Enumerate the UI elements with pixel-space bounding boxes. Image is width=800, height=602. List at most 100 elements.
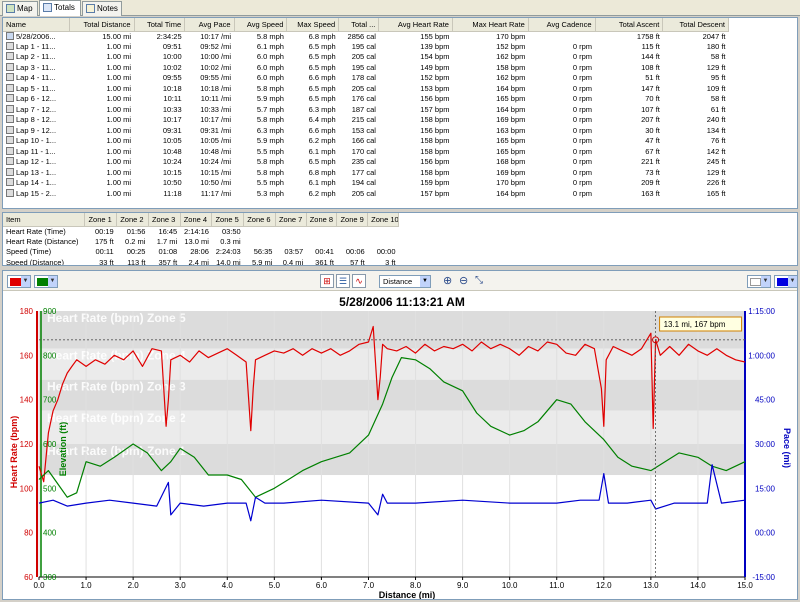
zones-cell-value: 2:14:16 — [183, 226, 209, 236]
totals-table-row[interactable]: Lap 12 - 1... 1.00 mi 10:24 10:24 /mi 5.8 mp… — [3, 157, 729, 168]
totals-table-row[interactable]: Lap 5 - 11... 1.00 mi 10:18 10:18 /mi 5.8 mp… — [3, 83, 729, 95]
zones-cell-value: 00:06 — [345, 247, 365, 257]
totals-cell-value: 10:17 /mi — [200, 31, 232, 41]
zones-table-cell: 00:00 — [368, 247, 399, 258]
totals-cell-value: 235 cal — [351, 157, 376, 167]
totals-table-row[interactable]: Lap 13 - 1... 1.00 mi 10:15 10:15 /mi 5.8 mp… — [3, 167, 729, 179]
totals-table-row[interactable]: Lap 2 - 11... 1.00 mi 10:00 10:00 /mi 6.0 mp… — [3, 52, 729, 63]
zones-table-row[interactable]: Heart Rate (Time) 00:19 01:56 16:45 2:14:16 0… — [3, 226, 399, 237]
zoom-fit-icon[interactable]: ⤡ — [475, 275, 483, 287]
zones-blue-icon[interactable]: ☰ — [336, 274, 350, 288]
totals-table-cell: 6.3 mph — [234, 126, 287, 137]
x-tick-label: 15.0 — [737, 581, 753, 590]
zoom-in-icon[interactable]: ⊕ — [443, 275, 452, 287]
totals-table-row[interactable]: Lap 4 - 11... 1.00 mi 09:55 09:55 /mi 6.0 mp… — [3, 73, 729, 84]
zones-table-cell: Heart Rate (Time) — [3, 226, 85, 237]
totals-table-row[interactable]: Lap 7 - 12... 1.00 mi 10:33 10:33 /mi 5.7 mp… — [3, 104, 729, 116]
totals-column-header[interactable]: Max Speed — [286, 18, 340, 32]
lap-icon — [6, 167, 14, 176]
zones-table-cell — [244, 237, 276, 248]
totals-table-cell: 240 ft — [663, 115, 729, 126]
totals-table-cell: 6.6 mph — [287, 73, 339, 84]
totals-table-cell: 205 cal — [339, 52, 379, 63]
totals-cell-value: Lap 12 - 1... — [16, 157, 57, 167]
totals-column-header[interactable]: Total ... — [338, 18, 380, 32]
zones-cell-value: 357 ft — [158, 257, 178, 266]
zones-panel: Item Zone 1 Zone 2 Zone 3 Zone 4 Zone 5 Zone 6… — [2, 212, 798, 266]
zones-red-icon[interactable]: ⊞ — [320, 274, 334, 288]
zones-column-header[interactable]: Zone 5 — [211, 213, 245, 227]
elevation-color-picker[interactable]: ▼ — [34, 275, 58, 288]
totals-table-row[interactable]: 5/28/2006... 15.00 mi 2:34:25 10:17 /mi 5.8 … — [3, 31, 729, 42]
totals-cell-value: 10:17 /mi — [200, 115, 232, 125]
totals-column-header[interactable]: Total Distance — [69, 18, 135, 32]
totals-cell-value: 155 bpm — [420, 31, 450, 41]
totals-table-cell: 6.6 mph — [287, 126, 339, 137]
totals-cell-value: 10:11 /mi — [200, 94, 232, 104]
totals-table-cell: 194 cal — [339, 178, 379, 189]
zones-column-header[interactable]: Zone 7 — [275, 213, 307, 227]
totals-table-row[interactable]: Lap 10 - 1... 1.00 mi 10:05 10:05 /mi 5.9 mp… — [3, 136, 729, 147]
zones-table-row[interactable]: Speed (Distance) 33 ft 113 ft 357 ft 2.4 mi 1… — [3, 257, 399, 266]
totals-column-header[interactable]: Total Descent — [662, 18, 729, 32]
totals-column-header[interactable]: Total Time — [134, 18, 186, 32]
totals-table-cell: 6.5 mph — [287, 94, 339, 105]
elevation-tick-label: 700 — [43, 396, 57, 405]
totals-cell-value: 162 bpm — [496, 52, 526, 62]
totals-column-header[interactable]: Avg Pace — [184, 18, 235, 32]
zones-column-header[interactable]: Zone 9 — [336, 213, 369, 227]
totals-table-cell: 165 ft — [663, 189, 729, 200]
totals-table-cell: 156 bpm — [379, 157, 453, 168]
tab-map[interactable]: Map — [2, 1, 38, 16]
totals-cell-value: 5.8 mph — [256, 167, 284, 177]
totals-table-cell: 6.1 mph — [287, 178, 339, 189]
activity-chart[interactable]: Heart Rate (bpm) Zone 5 Heart Rate (bpm) … — [3, 291, 797, 599]
totals-cell-value: 6.0 mph — [256, 62, 284, 72]
zones-table-cell: Speed (Time) — [3, 247, 85, 258]
totals-column-header[interactable]: Total Ascent — [595, 18, 664, 32]
pace-color-picker[interactable]: ▼ — [774, 275, 798, 288]
totals-table-row[interactable]: Lap 8 - 12... 1.00 mi 10:17 10:17 /mi 5.8 mp… — [3, 115, 729, 126]
totals-column-header[interactable]: Avg Cadence — [528, 18, 596, 32]
totals-table-row[interactable]: Lap 15 - 2... 1.00 mi 11:18 11:17 /mi 5.3 mp… — [3, 188, 729, 200]
zones-cell-value: 16:45 — [158, 226, 178, 236]
totals-column-header[interactable]: Avg Speed — [234, 18, 288, 32]
totals-cell-value: 6.1 mph — [308, 178, 336, 188]
zones-table-row[interactable]: Heart Rate (Distance) 175 ft 0.2 mi 1.7 mi 1… — [3, 237, 399, 248]
lap-icon — [6, 115, 14, 124]
totals-cell-value: 1.00 mi — [106, 157, 132, 167]
smooth-line-icon[interactable]: ∿ — [352, 274, 366, 288]
totals-table-cell: 10:17 /mi — [185, 31, 234, 42]
totals-cell-value: 10:24 /mi — [200, 157, 232, 167]
zoom-out-icon[interactable]: ⊖ — [459, 275, 468, 287]
totals-table-row[interactable]: Lap 6 - 12... 1.00 mi 10:11 10:11 /mi 5.9 mp… — [3, 94, 729, 105]
zones-column-header[interactable]: Zone 6 — [243, 213, 276, 227]
totals-table-cell: 1.00 mi — [70, 73, 134, 84]
totals-table-row[interactable]: Lap 3 - 11... 1.00 mi 10:02 10:02 /mi 6.0 mp… — [3, 62, 729, 74]
totals-table-cell: 164 bpm — [452, 105, 528, 116]
totals-column-header[interactable]: Max Heart Rate — [452, 18, 529, 32]
tab-notes[interactable]: Notes — [82, 1, 122, 16]
totals-table-cell: 09:55 /mi — [185, 73, 234, 84]
totals-cell-value: 1.00 mi — [106, 62, 132, 72]
x-axis-select[interactable]: Distance ▼ — [379, 275, 431, 288]
zones-table-row[interactable]: Speed (Time) 00:11 00:25 01:08 28:06 2:24:03 5… — [3, 247, 399, 258]
zones-column-header[interactable]: Zone 3 — [148, 213, 181, 227]
background-color-picker[interactable]: ▼ — [747, 275, 771, 288]
totals-table-row[interactable]: Lap 11 - 1... 1.00 mi 10:48 10:48 /mi 5.5 mp… — [3, 146, 729, 158]
tab-totals[interactable]: Totals — [39, 0, 81, 16]
totals-column-header[interactable]: Name — [3, 18, 71, 32]
heart-rate-color-picker[interactable]: ▼ — [7, 275, 31, 288]
elevation-color-swatch — [37, 278, 48, 286]
elevation-tick-label: 500 — [43, 484, 57, 493]
totals-table-row[interactable]: Lap 9 - 12... 1.00 mi 09:31 09:31 /mi 6.3 mp… — [3, 125, 729, 137]
zones-column-header[interactable]: Zone 2 — [116, 213, 149, 227]
zones-column-header[interactable]: Zone 10 — [367, 213, 399, 227]
zones-column-header[interactable]: Item — [3, 213, 86, 227]
totals-column-header[interactable]: Avg Heart Rate — [378, 18, 453, 32]
zones-column-header[interactable]: Zone 1 — [84, 213, 118, 227]
zones-column-header[interactable]: Zone 4 — [180, 213, 213, 227]
zones-column-header[interactable]: Zone 8 — [306, 213, 338, 227]
totals-table-row[interactable]: Lap 1 - 11... 1.00 mi 09:51 09:52 /mi 6.1 mp… — [3, 41, 729, 53]
totals-table-row[interactable]: Lap 14 - 1... 1.00 mi 10:50 10:50 /mi 5.5 mp… — [3, 178, 729, 189]
